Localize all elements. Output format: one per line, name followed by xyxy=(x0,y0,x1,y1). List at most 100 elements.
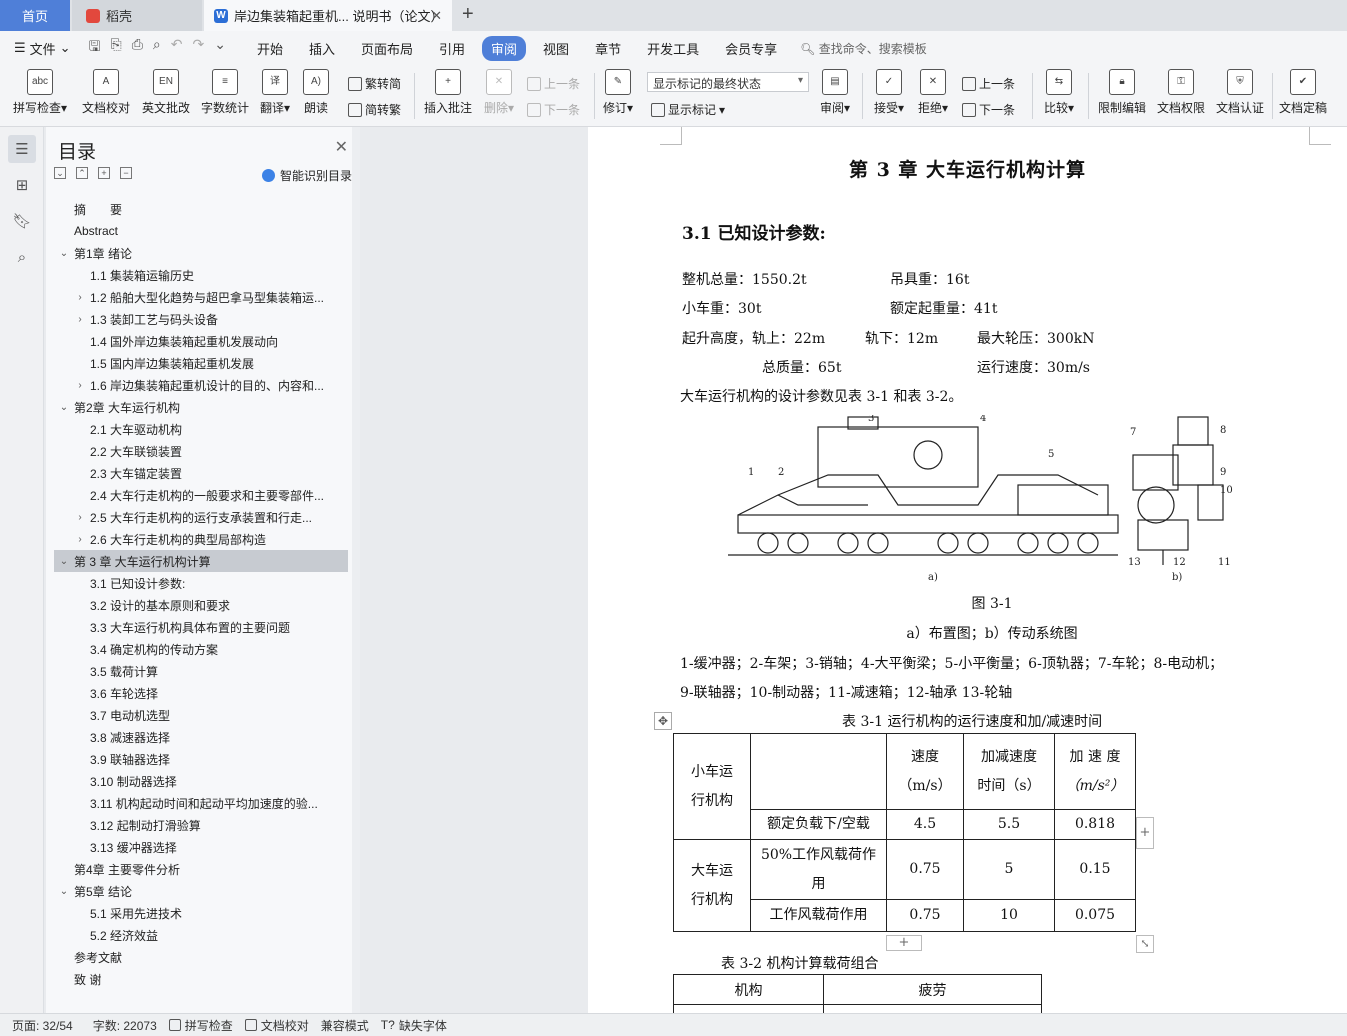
close-icon[interactable]: ✕ xyxy=(431,8,442,24)
add-heading-icon[interactable]: + xyxy=(98,167,110,179)
tab-daoke[interactable]: 稻壳 xyxy=(72,0,202,31)
chevron-down-icon[interactable]: ⌄ xyxy=(58,556,70,567)
chapter-nav-icon[interactable]: ⊞ xyxy=(8,171,36,199)
chevron-right-icon[interactable]: › xyxy=(74,512,86,523)
trad-to-simp-button[interactable]: 繁转简 xyxy=(348,75,401,92)
toc-item[interactable]: 2.2 大车联锁装置 xyxy=(54,440,348,462)
toc-item[interactable]: 3.10 制动器选择 xyxy=(54,770,348,792)
menu-review[interactable]: 审阅 xyxy=(482,35,527,61)
toc-item[interactable]: ⌄ 第2章 大车运行机构 xyxy=(54,396,348,418)
review-pane-button[interactable]: ▤ 审阅▾ xyxy=(816,69,854,116)
toc-item[interactable]: 3.8 减速器选择 xyxy=(54,726,348,748)
menu-chapter[interactable]: 章节 xyxy=(586,36,630,61)
prev-comment-button[interactable]: 上一条 xyxy=(527,75,580,92)
toc-item[interactable]: 致 谢 xyxy=(54,968,348,990)
collapse-all-icon[interactable]: ⌃ xyxy=(76,167,88,179)
translate-button[interactable]: 译 翻译▾ xyxy=(256,69,294,116)
close-icon[interactable]: ✕ xyxy=(335,137,348,157)
next-comment-button[interactable]: 下一条 xyxy=(527,101,580,118)
print-preview-icon[interactable]: ⌕ xyxy=(153,36,161,60)
expand-all-icon[interactable]: ⌄ xyxy=(54,167,66,179)
chevron-right-icon[interactable]: › xyxy=(74,534,86,545)
toc-item[interactable]: 1.1 集装箱运输历史 xyxy=(54,264,348,286)
missing-font-indicator[interactable]: T? 缺失字体 xyxy=(381,1017,447,1034)
new-tab-plus-icon[interactable]: + xyxy=(462,3,474,26)
toc-item[interactable]: ⌄ 第1章 绪论 xyxy=(54,242,348,264)
toc-item[interactable]: 参考文献 xyxy=(54,946,348,968)
toc-scrollbar[interactable] xyxy=(352,127,360,1013)
toc-item[interactable]: 3.2 设计的基本原则和要求 xyxy=(54,594,348,616)
menu-view[interactable]: 视图 xyxy=(534,36,578,61)
word-count-indicator[interactable]: 字数: 22073 xyxy=(93,1017,157,1034)
add-row-plus-icon[interactable]: + xyxy=(886,935,922,951)
smart-toc-button[interactable]: 智能识别目录 xyxy=(261,167,352,184)
doc-check-button[interactable]: A 文档校对 xyxy=(80,69,132,116)
prev-change-button[interactable]: 上一条 xyxy=(962,75,1015,92)
undo-icon[interactable]: ↶ xyxy=(171,36,183,60)
toc-item[interactable]: 2.4 大车行走机构的一般要求和主要零部件... xyxy=(54,484,348,506)
spell-check-button[interactable]: abc 拼写检查▾ xyxy=(10,69,70,116)
restrict-edit-button[interactable]: 🔒︎ 限制编辑 xyxy=(1096,69,1148,116)
chevron-right-icon[interactable]: › xyxy=(74,380,86,391)
table-resize-icon[interactable]: ⤡ xyxy=(1136,935,1154,953)
status-spell-check[interactable]: 拼写检查 xyxy=(168,1017,233,1034)
toc-item[interactable]: › 1.3 装卸工艺与码头设备 xyxy=(54,308,348,330)
toc-item[interactable]: 1.5 国内岸边集装箱起重机发展 xyxy=(54,352,348,374)
toc-item[interactable]: 1.4 国外岸边集装箱起重机发展动向 xyxy=(54,330,348,352)
toc-item[interactable]: 2.3 大车锚定装置 xyxy=(54,462,348,484)
page-indicator[interactable]: 页面: 32/54 xyxy=(12,1017,73,1034)
export-icon[interactable]: ⎘ xyxy=(111,36,122,60)
word-count-button[interactable]: ≡ 字数统计 xyxy=(199,69,251,116)
markup-state-select[interactable]: 显示标记的最终状态 xyxy=(647,72,809,92)
toc-item[interactable]: 3.4 确定机构的传动方案 xyxy=(54,638,348,660)
toc-item[interactable]: 摘 要 xyxy=(54,198,348,220)
print-icon[interactable]: ⎙ xyxy=(132,36,143,60)
toc-item[interactable]: 5.2 经济效益 xyxy=(54,924,348,946)
menu-reference[interactable]: 引用 xyxy=(430,36,474,61)
table-3-2[interactable]: 机构 疲劳 xyxy=(673,974,1042,1013)
command-search[interactable]: 🔍︎ 查找命令、搜索模板 xyxy=(800,40,927,57)
toc-item[interactable]: 2.1 大车驱动机构 xyxy=(54,418,348,440)
menu-insert[interactable]: 插入 xyxy=(300,36,344,61)
toc-item[interactable]: ⌄ 第 3 章 大车运行机构计算 xyxy=(54,550,348,572)
toc-panel-icon[interactable]: ☰ xyxy=(8,135,36,163)
chevron-down-icon[interactable]: ⌄ xyxy=(58,248,70,259)
chevron-right-icon[interactable]: › xyxy=(74,292,86,303)
search-icon[interactable]: ⌕ xyxy=(8,243,36,271)
compare-button[interactable]: ⇆ 比较▾ xyxy=(1040,69,1078,116)
menu-member[interactable]: 会员专享 xyxy=(716,36,786,61)
toc-item[interactable]: › 2.5 大车行走机构的运行支承装置和行走... xyxy=(54,506,348,528)
customize-dropdown-icon[interactable]: ⌄ xyxy=(214,36,226,60)
save-icon[interactable]: 🖫 xyxy=(89,36,101,60)
doc-certify-button[interactable]: ⛨ 文档认证 xyxy=(1214,69,1266,116)
menu-page-layout[interactable]: 页面布局 xyxy=(352,36,422,61)
remove-heading-icon[interactable]: − xyxy=(120,167,132,179)
toc-item[interactable]: 5.1 采用先进技术 xyxy=(54,902,348,924)
toc-item[interactable]: Abstract xyxy=(54,220,348,242)
insert-comment-button[interactable]: + 插入批注 xyxy=(422,69,474,116)
toc-item[interactable]: › 1.6 岸边集装箱起重机设计的目的、内容和... xyxy=(54,374,348,396)
tab-home[interactable]: 首页 xyxy=(0,0,70,31)
toc-item[interactable]: 第4章 主要零件分析 xyxy=(54,858,348,880)
doc-finalize-button[interactable]: ✔ 文档定稿 xyxy=(1277,69,1329,116)
reject-button[interactable]: ✕ 拒绝▾ xyxy=(914,69,952,116)
tab-document[interactable]: W 岸边集装箱起重机... 说明书（论文） ✕ xyxy=(204,0,452,31)
table-3-1[interactable]: 小车运 行机构 速度 （m/s） 加减速度 时间（s） 加 速 度 （m/s²）… xyxy=(673,733,1136,932)
document-page[interactable]: 第 3 章 大车运行机构计算 3.1 已知设计参数: 整机总量：1550.2t … xyxy=(588,127,1347,1013)
redo-icon[interactable]: ↷ xyxy=(193,36,205,60)
toc-item[interactable]: 3.13 缓冲器选择 xyxy=(54,836,348,858)
simp-to-trad-button[interactable]: 简转繁 xyxy=(348,101,401,118)
file-menu[interactable]: ☰ 文件 ⌄ xyxy=(14,39,71,58)
chevron-down-icon[interactable]: ⌄ xyxy=(58,886,70,897)
status-doc-proof[interactable]: 文档校对 xyxy=(244,1017,309,1034)
chevron-right-icon[interactable]: › xyxy=(74,314,86,325)
doc-permission-button[interactable]: ⚿ 文档权限 xyxy=(1155,69,1207,116)
toc-item[interactable]: 3.1 已知设计参数: xyxy=(54,572,348,594)
english-correct-button[interactable]: EN 英文批改 xyxy=(140,69,192,116)
toc-item[interactable]: 3.7 电动机选型 xyxy=(54,704,348,726)
next-change-button[interactable]: 下一条 xyxy=(962,101,1015,118)
bookmark-icon[interactable]: 🔖︎ xyxy=(8,207,36,235)
delete-comment-button[interactable]: ✕ 删除▾ xyxy=(480,69,518,116)
toc-item[interactable]: 3.12 起制动打滑验算 xyxy=(54,814,348,836)
toc-item[interactable]: › 2.6 大车行走机构的典型局部构造 xyxy=(54,528,348,550)
